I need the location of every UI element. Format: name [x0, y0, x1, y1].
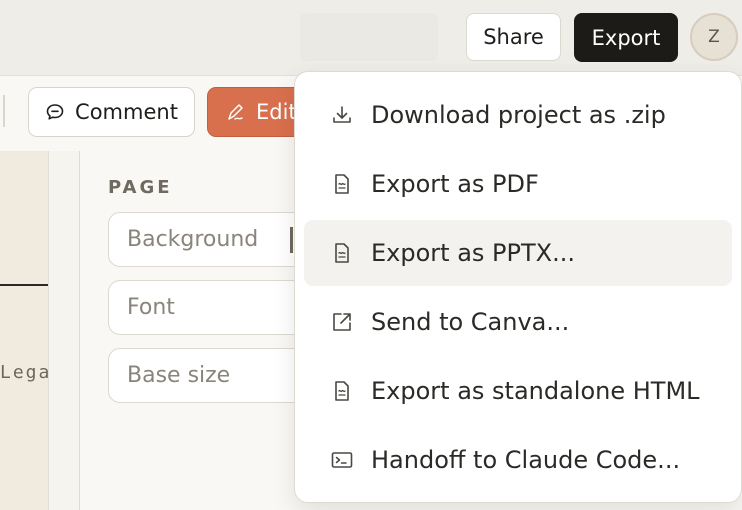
toolbar-divider: [3, 95, 5, 127]
menu-item-export-pptx[interactable]: Export as PPTX...: [304, 220, 732, 286]
share-button[interactable]: Share: [466, 13, 561, 61]
avatar[interactable]: Z: [690, 13, 738, 61]
canvas-preview[interactable]: [0, 151, 48, 510]
title-field[interactable]: [300, 13, 438, 61]
edit-button[interactable]: Edit: [207, 87, 307, 137]
menu-item-handoff-claude-code[interactable]: Handoff to Claude Code...: [304, 427, 732, 493]
canvas-text: Lega: [0, 362, 52, 383]
menu-item-download-zip[interactable]: Download project as .zip: [304, 82, 732, 148]
menu-item-export-pdf[interactable]: Export as PDF: [304, 151, 732, 217]
menu-item-label: Handoff to Claude Code...: [371, 446, 681, 474]
menu-item-label: Download project as .zip: [371, 101, 666, 129]
external-link-icon: [333, 313, 351, 331]
menu-item-send-to-canva[interactable]: Send to Canva...: [304, 289, 732, 355]
menu-item-label: Export as standalone HTML: [371, 377, 700, 405]
comment-button[interactable]: Comment: [28, 87, 195, 137]
export-button[interactable]: Export: [574, 13, 678, 62]
field-divider: [290, 227, 293, 253]
comment-icon: [46, 104, 64, 120]
menu-item-label: Export as PPTX...: [371, 239, 575, 267]
download-icon: [333, 106, 351, 123]
menu-item-label: Export as PDF: [371, 170, 539, 198]
scrollbar-track[interactable]: [48, 151, 81, 510]
menu-item-label: Send to Canva...: [371, 308, 570, 336]
pen-icon: [228, 104, 243, 120]
canvas-rule: [0, 284, 48, 286]
document-icon: [335, 381, 349, 401]
terminal-icon: [331, 452, 353, 468]
document-icon: [335, 174, 349, 194]
comment-button-label: Comment: [75, 100, 178, 124]
menu-item-export-html[interactable]: Export as standalone HTML: [304, 358, 732, 424]
edit-button-label: Edit: [256, 100, 297, 124]
document-icon: [335, 243, 349, 263]
section-title: PAGE: [108, 177, 173, 198]
export-menu: Download project as .zip Export as PDF E…: [294, 71, 742, 503]
